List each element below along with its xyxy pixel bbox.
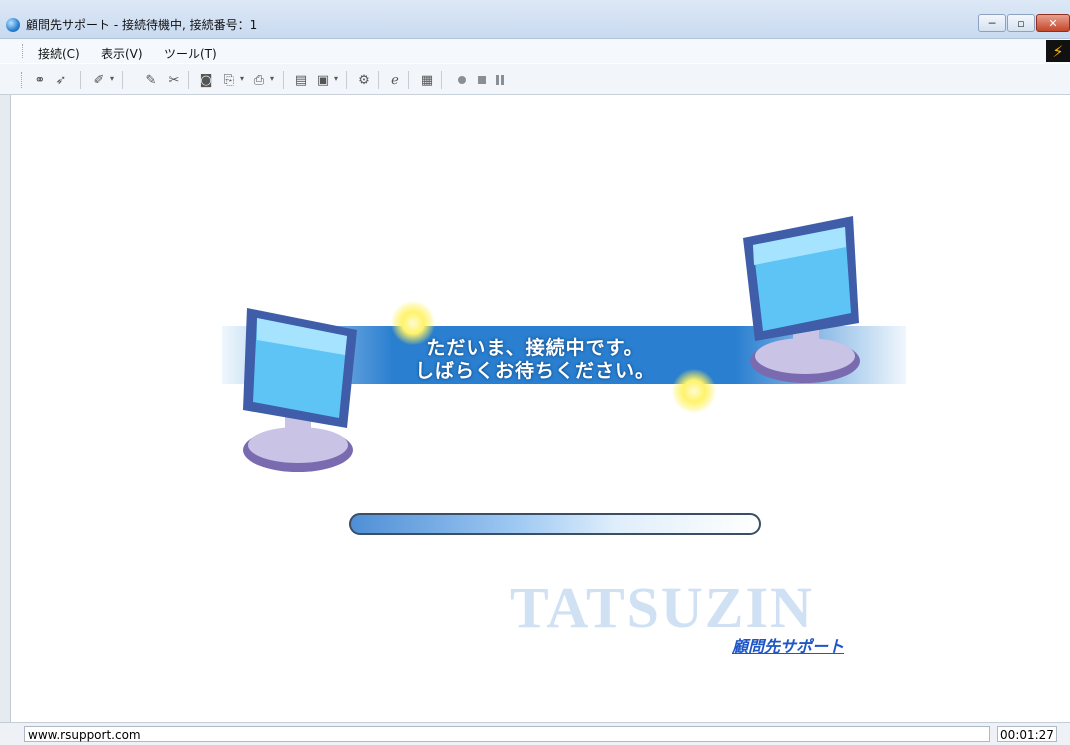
app-window: 顧問先サポート - 接続待機中, 接続番号：1 ─ ▫ ✕ 接続(C) 表示(V…	[0, 0, 1070, 745]
screen-view-icon[interactable]: ▦	[418, 71, 436, 89]
send-file-icon[interactable]: ⎘	[220, 71, 238, 89]
app-globe-icon	[6, 18, 20, 32]
toolbar-separator	[408, 71, 409, 89]
brand-subtitle[interactable]: 顧問先サポート	[732, 633, 844, 657]
record-icon[interactable]	[458, 76, 466, 84]
toolbar-separator	[283, 71, 284, 89]
status-url: www.rsupport.com	[24, 726, 990, 742]
menu-grip	[22, 44, 25, 58]
screenshot-icon[interactable]: ◙	[197, 71, 215, 89]
maximize-button[interactable]: ▫	[1007, 14, 1035, 32]
menu-bar: 接続(C) 表示(V) ツール(T)	[0, 39, 1070, 63]
window-title: 顧問先サポート - 接続待機中, 接続番号：1	[26, 18, 258, 32]
toolbar-separator	[378, 71, 379, 89]
status-bar: www.rsupport.com 00:01:27	[0, 722, 1070, 745]
sparkle-icon	[391, 301, 435, 345]
status-elapsed-time: 00:01:27	[997, 726, 1057, 742]
monitor-right-icon	[743, 216, 860, 383]
close-icon: ✕	[1048, 16, 1058, 30]
menu-tools[interactable]: ツール(T)	[164, 45, 217, 62]
menu-connect[interactable]: 接続(C)	[38, 45, 80, 62]
menu-view[interactable]: 表示(V)	[101, 45, 143, 62]
brand-logo: TATSUZIN	[510, 575, 814, 640]
monitor-left-icon	[243, 308, 357, 472]
pointer-icon[interactable]: ➶	[52, 71, 70, 89]
connection-progress-bar	[349, 513, 761, 535]
lightning-icon[interactable]: ⚡	[1046, 40, 1070, 62]
toolbar: ⚭ ➶ ✐ ▾ ✎ ✂ ◙ ⎘ ▾ ⎙ ▾ ▤ ▣ ▾ ⚙ ℯ ▦	[0, 64, 1070, 95]
maximize-icon: ▫	[1017, 16, 1025, 30]
toolbar-separator	[80, 71, 81, 89]
toolbar-separator	[441, 71, 442, 89]
connect-icon[interactable]: ⚭	[31, 71, 49, 89]
toolbar-separator	[122, 71, 123, 89]
eraser-icon[interactable]: ✂	[165, 71, 183, 89]
laser-pointer-icon[interactable]: ✐	[90, 71, 108, 89]
screen-capture-icon[interactable]: ▣	[314, 71, 332, 89]
stop-icon[interactable]	[478, 76, 486, 84]
toolbar-separator	[188, 71, 189, 89]
pen-icon[interactable]: ✎	[142, 71, 160, 89]
browser-icon[interactable]: ℯ	[386, 71, 404, 89]
minimize-icon: ─	[988, 16, 996, 30]
dropdown-arrow-icon[interactable]: ▾	[240, 74, 244, 83]
close-button[interactable]: ✕	[1036, 14, 1070, 32]
dropdown-arrow-icon[interactable]: ▾	[334, 74, 338, 83]
toolbar-grip	[21, 72, 24, 88]
print-icon[interactable]: ⎙	[250, 71, 268, 89]
sparkle-icon	[672, 369, 716, 413]
left-frame	[0, 95, 11, 725]
banner-text-line2: しばらくお待ちください。	[414, 360, 655, 382]
dropdown-arrow-icon[interactable]: ▾	[270, 74, 274, 83]
toolbar-separator	[346, 71, 347, 89]
pause-icon[interactable]	[496, 75, 504, 85]
minimize-button[interactable]: ─	[978, 14, 1006, 32]
title-bar[interactable]: 顧問先サポート - 接続待機中, 接続番号：1 ─ ▫ ✕	[0, 0, 1070, 39]
settings-icon[interactable]: ⚙	[355, 71, 373, 89]
clipboard-icon[interactable]: ▤	[292, 71, 310, 89]
dropdown-arrow-icon[interactable]: ▾	[110, 74, 114, 83]
